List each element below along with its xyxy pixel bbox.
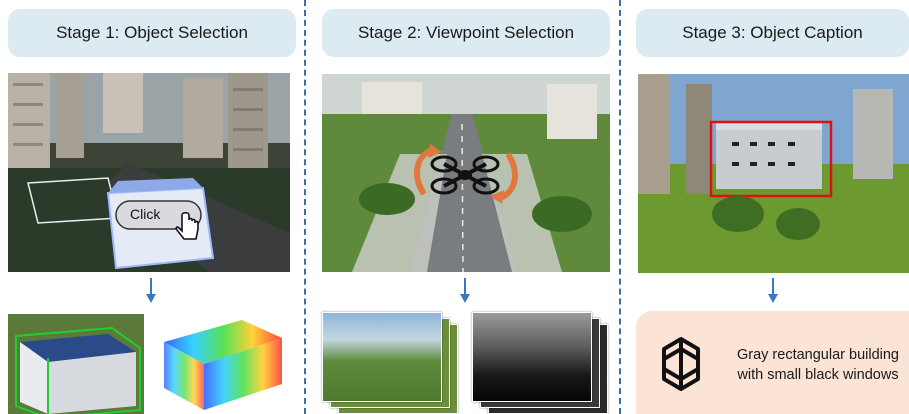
hand-pointer-icon [175, 211, 199, 240]
stage1-scene-image: Click [8, 73, 290, 272]
divider-right [619, 0, 621, 414]
openai-logo-icon [662, 337, 700, 391]
stage2-title: Stage 2: Viewpoint Selection [322, 9, 610, 57]
quadcopter-drone-icon [430, 155, 500, 195]
stage2-flow-arrow [460, 278, 470, 303]
stage1-pointcloud-image [152, 312, 288, 414]
caption-text: Gray rectangular building with small bla… [736, 347, 899, 383]
stage1-bbox-image [8, 314, 144, 414]
stage2-rgb-view-stack [322, 312, 462, 414]
caption-output-box: Gray rectangular building with small bla… [636, 311, 909, 414]
click-label: Click [130, 206, 161, 222]
stage1-title: Stage 1: Object Selection [8, 9, 296, 57]
rgb-view-image [322, 312, 442, 402]
stage3-title: Stage 3: Object Caption [636, 9, 909, 57]
depth-view-image [472, 312, 592, 402]
stage3-flow-arrow [768, 278, 778, 303]
stage2-depth-view-stack [472, 312, 612, 414]
stage3-scene-image [638, 74, 909, 273]
stage1-flow-arrow [146, 278, 156, 303]
divider-left [304, 0, 306, 414]
stage2-scene-image [322, 74, 610, 272]
